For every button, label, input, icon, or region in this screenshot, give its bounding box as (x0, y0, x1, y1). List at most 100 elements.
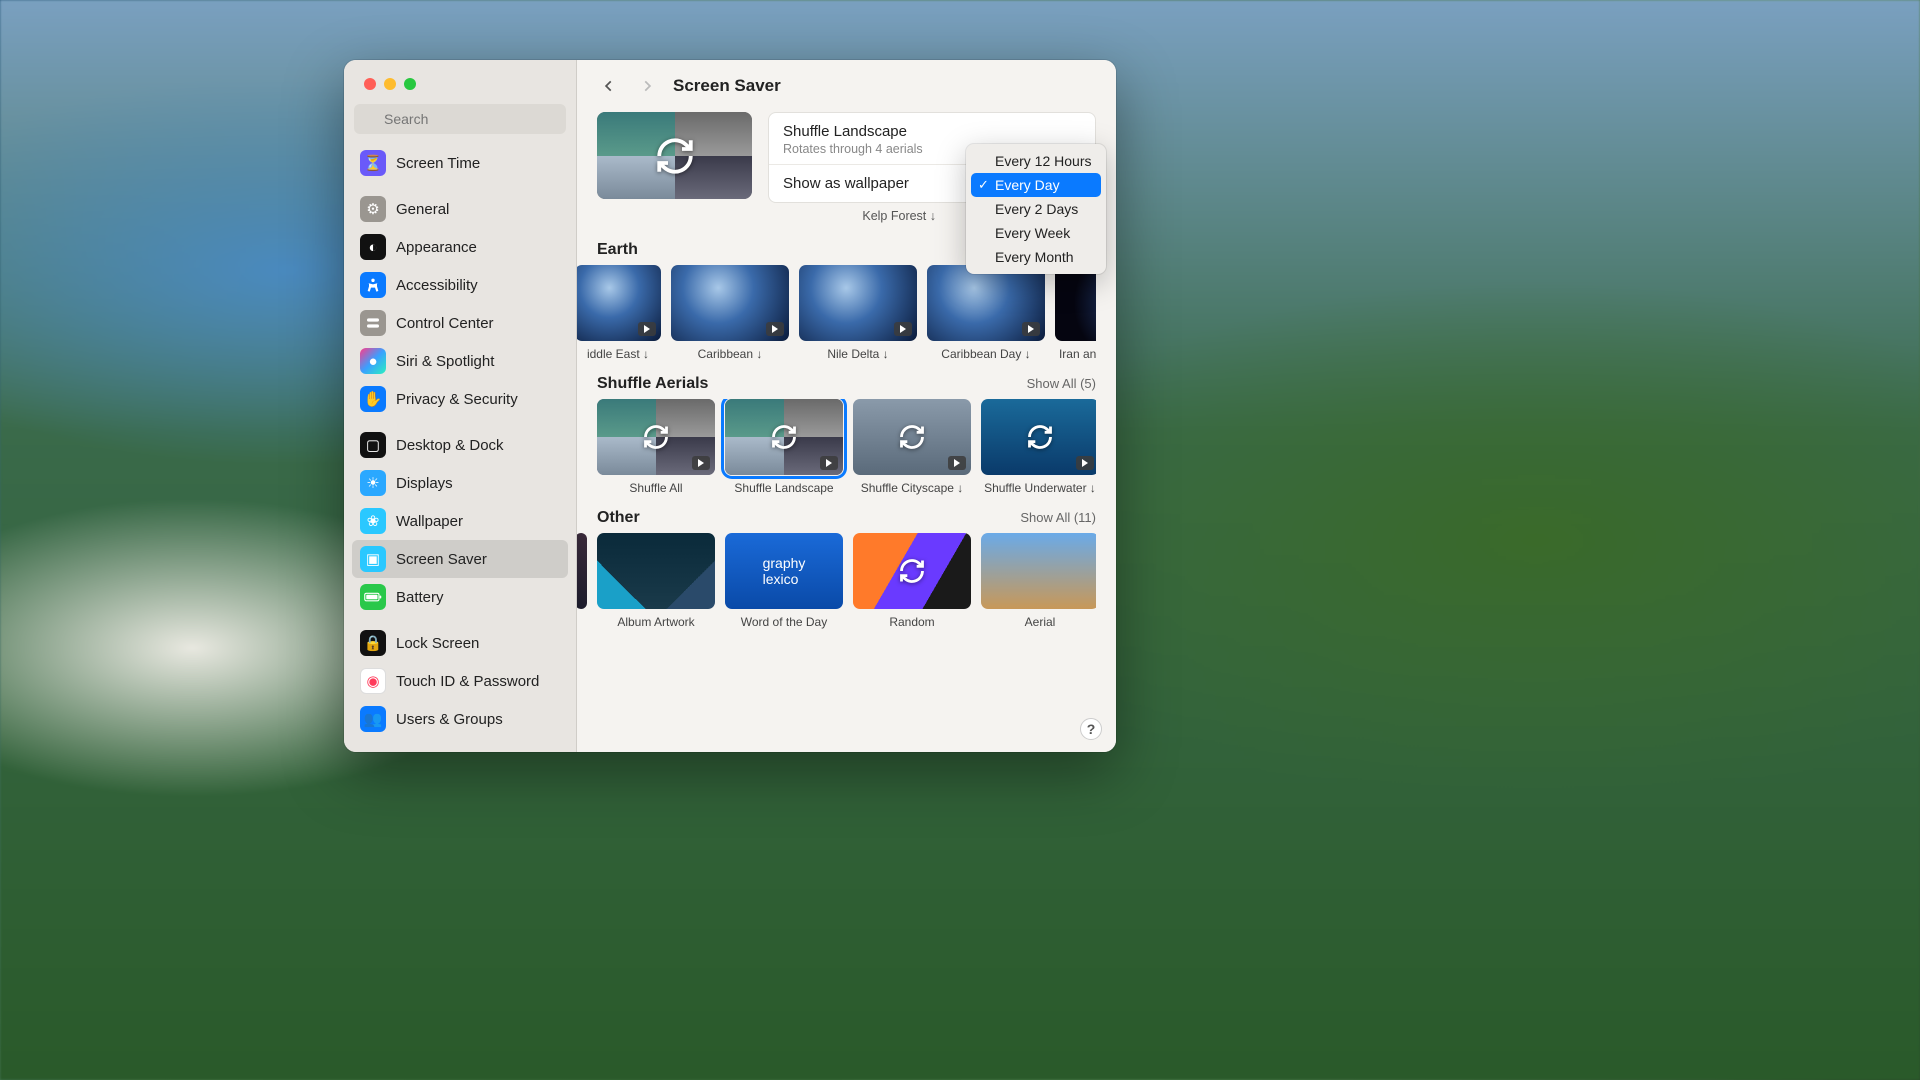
main-scroll-area[interactable]: Shuffle Landscape Rotates through 4 aeri… (577, 112, 1116, 752)
sidebar-item-touch-id[interactable]: ◉ Touch ID & Password (352, 662, 568, 700)
sidebar-item-label: Battery (396, 589, 444, 606)
dropdown-option[interactable]: Every 12 Hours (971, 149, 1101, 173)
hand-icon: ✋ (360, 386, 386, 412)
sidebar-item-siri-spotlight[interactable]: ● Siri & Spotlight (352, 342, 568, 380)
sidebar-item-label: Control Center (396, 315, 494, 332)
thumb-shuffle-all[interactable]: Shuffle All (597, 399, 715, 495)
play-icon (766, 322, 784, 336)
play-icon (692, 456, 710, 470)
section-title: Earth (597, 241, 638, 259)
thumb-prev-partial[interactable] (577, 533, 587, 629)
hourglass-icon: ⏳ (360, 150, 386, 176)
sidebar-item-label: Screen Saver (396, 551, 487, 568)
show-all-link[interactable]: Show All (11) (1020, 510, 1096, 525)
thumb-label: Shuffle Landscape (725, 481, 843, 495)
show-all-link[interactable]: Show All (5) (1027, 376, 1096, 391)
dropdown-option[interactable]: Every 2 Days (971, 197, 1101, 221)
sidebar-item-label: Siri & Spotlight (396, 353, 494, 370)
sidebar-item-screen-time[interactable]: ⏳ Screen Time (352, 144, 568, 182)
minimize-window-button[interactable] (384, 78, 396, 90)
sidebar-item-accessibility[interactable]: Accessibility (352, 266, 568, 304)
screensaver-icon: ▣ (360, 546, 386, 572)
thumb-iran-afghanistan[interactable]: Iran and Afghanistan (1055, 265, 1096, 361)
shuffle-icon (853, 533, 971, 609)
sidebar-item-battery[interactable]: Battery (352, 578, 568, 616)
sidebar-item-general[interactable]: ⚙ General (352, 190, 568, 228)
dropdown-option[interactable]: Every Week (971, 221, 1101, 245)
fingerprint-icon: ◉ (360, 668, 386, 694)
play-icon (820, 456, 838, 470)
appearance-icon: ◐ (360, 234, 386, 260)
sidebar: ⏳ Screen Time ⚙ General ◐ Appearance Acc… (344, 60, 577, 752)
thumb-aerial[interactable]: Aerial (981, 533, 1096, 629)
thumb-shuffle-cityscape[interactable]: Shuffle Cityscape ↓ (853, 399, 971, 495)
thumb-shuffle-underwater[interactable]: Shuffle Underwater ↓ (981, 399, 1096, 495)
sidebar-item-label: Users & Groups (396, 711, 503, 728)
sidebar-item-control-center[interactable]: Control Center (352, 304, 568, 342)
sidebar-item-label: Accessibility (396, 277, 478, 294)
thumb-label: Random (853, 615, 971, 629)
gear-icon: ⚙ (360, 196, 386, 222)
sidebar-item-privacy-security[interactable]: ✋ Privacy & Security (352, 380, 568, 418)
thumb-label: Aerial (981, 615, 1096, 629)
sliders-icon (360, 310, 386, 336)
earth-thumbs[interactable]: iddle East ↓ Caribbean ↓ Nile Delta ↓ Ca… (577, 265, 1096, 361)
sidebar-item-users-groups[interactable]: 👥 Users & Groups (352, 700, 568, 738)
sidebar-item-displays[interactable]: ☀ Displays (352, 464, 568, 502)
sidebar-item-desktop-dock[interactable]: ▢ Desktop & Dock (352, 426, 568, 464)
sidebar-item-label: Appearance (396, 239, 477, 256)
sun-icon: ☀ (360, 470, 386, 496)
forward-button[interactable] (635, 74, 659, 98)
thumb-nile-delta[interactable]: Nile Delta ↓ (799, 265, 917, 361)
thumb-label: Iran and Afghanistan (1055, 347, 1096, 361)
thumb-caribbean[interactable]: Caribbean ↓ (671, 265, 789, 361)
content-pane: Screen Saver Shuffle Landscape Rotates t… (577, 60, 1116, 752)
content-header: Screen Saver (577, 60, 1116, 112)
battery-icon (360, 584, 386, 610)
play-icon (894, 322, 912, 336)
thumb-random[interactable]: Random (853, 533, 971, 629)
shuffle-thumbs[interactable]: Shuffle All Shuffle Landscape (597, 399, 1096, 495)
play-icon (948, 456, 966, 470)
sidebar-item-appearance[interactable]: ◐ Appearance (352, 228, 568, 266)
accessibility-icon (360, 272, 386, 298)
siri-icon: ● (360, 348, 386, 374)
thumb-shuffle-landscape[interactable]: Shuffle Landscape (725, 399, 843, 495)
thumb-label: Album Artwork (597, 615, 715, 629)
current-preview-thumb[interactable] (597, 112, 752, 199)
sidebar-item-label: Wallpaper (396, 513, 463, 530)
sidebar-item-lock-screen[interactable]: 🔒 Lock Screen (352, 624, 568, 662)
thumb-caribbean-day[interactable]: Caribbean Day ↓ (927, 265, 1045, 361)
dropdown-option-selected[interactable]: Every Day (971, 173, 1101, 197)
section-title: Shuffle Aerials (597, 375, 708, 393)
other-thumbs[interactable]: Album Artwork graphylexico Word of the D… (577, 533, 1096, 629)
system-settings-window: ⏳ Screen Time ⚙ General ◐ Appearance Acc… (344, 60, 1116, 752)
thumb-label: iddle East ↓ (577, 347, 661, 361)
thumb-label: Caribbean ↓ (671, 347, 789, 361)
thumb-middle-east[interactable]: iddle East ↓ (577, 265, 661, 361)
sidebar-item-wallpaper[interactable]: ❀ Wallpaper (352, 502, 568, 540)
sidebar-nav: ⏳ Screen Time ⚙ General ◐ Appearance Acc… (344, 144, 576, 752)
sidebar-item-label: Screen Time (396, 155, 480, 172)
search-input[interactable] (354, 104, 566, 134)
sidebar-item-label: Privacy & Security (396, 391, 518, 408)
thumb-label: Shuffle Cityscape ↓ (853, 481, 971, 495)
thumb-album-artwork[interactable]: Album Artwork (597, 533, 715, 629)
help-button[interactable]: ? (1080, 718, 1102, 740)
close-window-button[interactable] (364, 78, 376, 90)
page-title: Screen Saver (673, 76, 781, 96)
dock-icon: ▢ (360, 432, 386, 458)
sidebar-item-screen-saver[interactable]: ▣ Screen Saver (352, 540, 568, 578)
zoom-window-button[interactable] (404, 78, 416, 90)
shuffle-frequency-dropdown[interactable]: Every 12 Hours Every Day Every 2 Days Ev… (966, 144, 1106, 274)
sidebar-item-label: Desktop & Dock (396, 437, 504, 454)
sidebar-item-label: Displays (396, 475, 453, 492)
thumb-label: Shuffle Underwater ↓ (981, 481, 1096, 495)
back-button[interactable] (597, 74, 621, 98)
sidebar-item-label: Lock Screen (396, 635, 479, 652)
thumb-word-of-the-day[interactable]: graphylexico Word of the Day (725, 533, 843, 629)
dropdown-option[interactable]: Every Month (971, 245, 1101, 269)
section-shuffle-aerials: Shuffle Aerials Show All (5) Shuffle All (597, 375, 1096, 495)
thumb-label: Shuffle All (597, 481, 715, 495)
sidebar-item-label: Touch ID & Password (396, 673, 539, 690)
